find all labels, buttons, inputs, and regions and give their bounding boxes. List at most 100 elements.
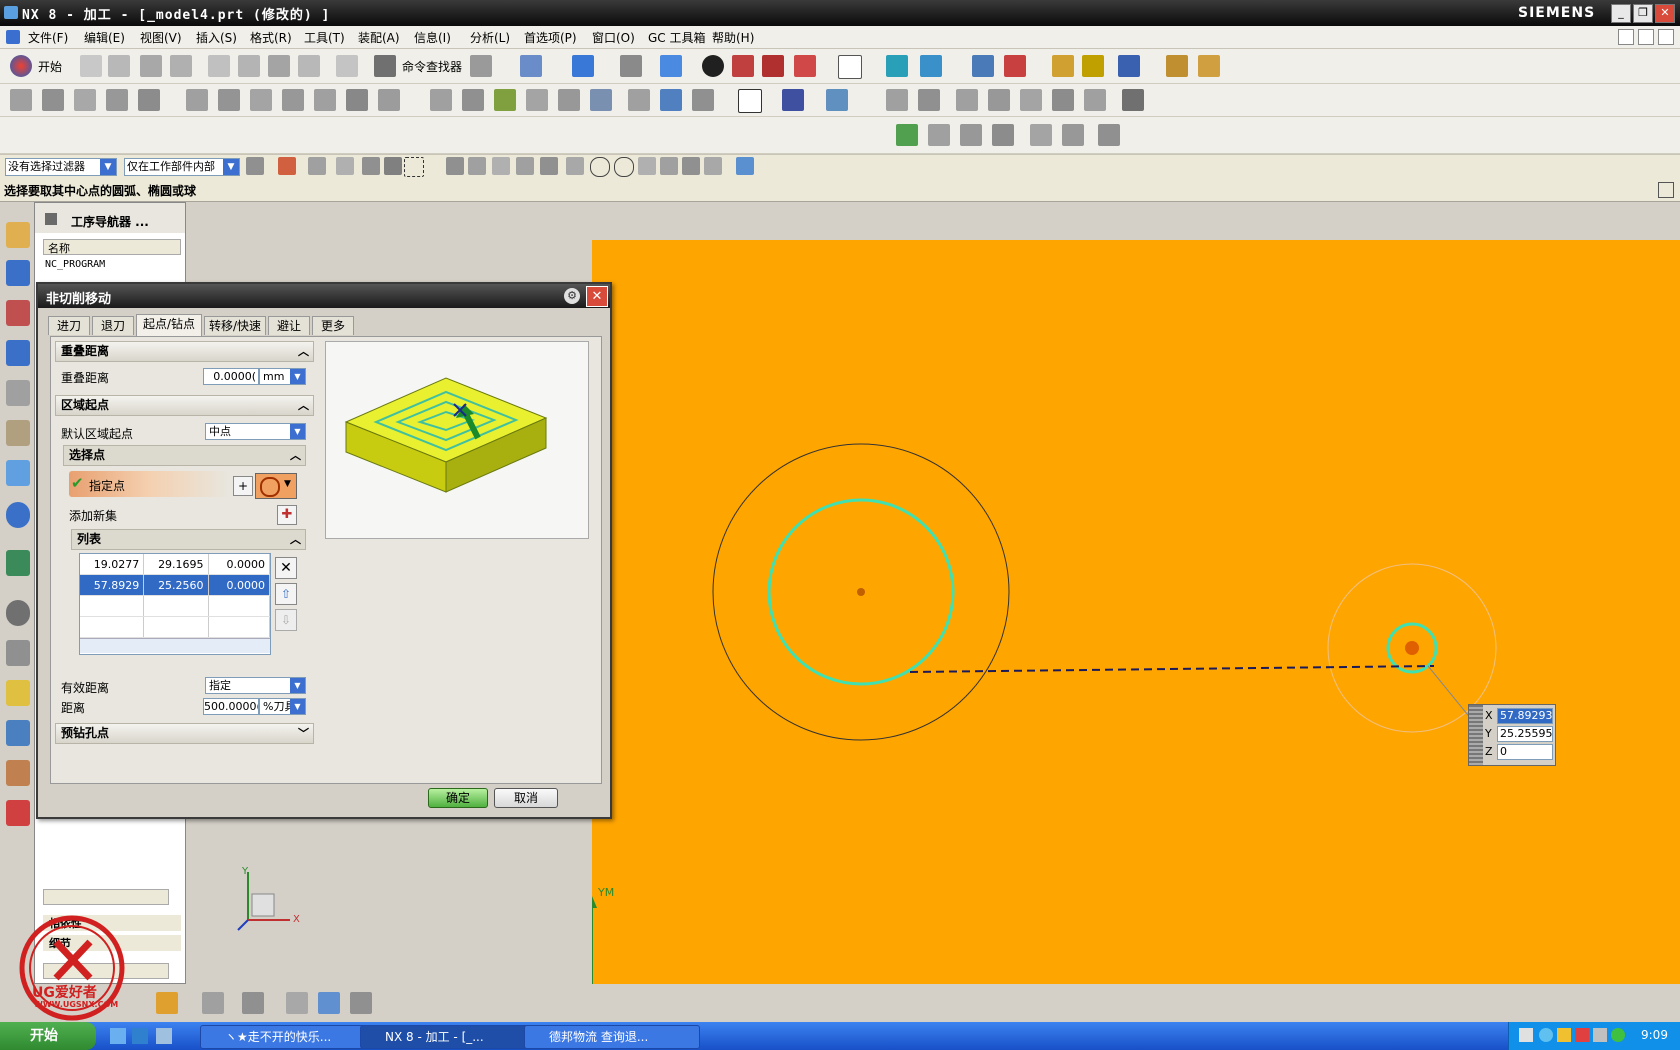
snap-tangent-icon[interactable] xyxy=(566,157,584,175)
cut-icon[interactable] xyxy=(208,55,230,77)
restore-button[interactable]: ❐ xyxy=(1633,4,1653,23)
section-select-point[interactable]: 选择点 ︿ xyxy=(63,445,306,466)
menu-preferences[interactable]: 首选项(P) xyxy=(524,29,577,46)
dialog-header[interactable]: 非切削移动 ⚙ ✕ xyxy=(38,284,610,308)
y-input[interactable]: 25.25595 xyxy=(1497,726,1553,742)
close-button[interactable]: ✕ xyxy=(1655,4,1675,23)
tab-transfer-rapid[interactable]: 转移/快速 xyxy=(204,316,266,335)
roles-icon[interactable] xyxy=(6,760,30,786)
start-icon[interactable] xyxy=(10,55,32,77)
quicklaunch-b-icon[interactable] xyxy=(132,1028,148,1044)
specify-point-row[interactable]: ✔ 指定点 xyxy=(69,471,229,497)
menu-analysis[interactable]: 分析(L) xyxy=(470,29,510,46)
table-row[interactable]: 19.0277 29.1695 0.0000 xyxy=(80,554,270,575)
navigator-pin-icon[interactable] xyxy=(45,213,57,225)
machining-feature-icon[interactable] xyxy=(6,420,30,446)
menu-view[interactable]: 视图(V) xyxy=(140,29,182,46)
drag-handle[interactable] xyxy=(1469,705,1483,765)
menu-insert[interactable]: 插入(S) xyxy=(196,29,237,46)
binoculars-icon[interactable] xyxy=(374,55,396,77)
snap-mid-icon[interactable] xyxy=(468,157,486,175)
holder-icon[interactable] xyxy=(1020,89,1042,111)
filter-reset-icon[interactable] xyxy=(246,157,264,175)
menu-window[interactable]: 窗口(O) xyxy=(592,29,635,46)
task-item[interactable]: ヽ★走不开的快乐... xyxy=(200,1025,376,1049)
wcs-icon[interactable] xyxy=(886,55,908,77)
x-close-icon[interactable] xyxy=(1122,89,1144,111)
section-predrill-points[interactable]: 预钻孔点 ﹀ xyxy=(55,723,314,744)
copy-icon[interactable] xyxy=(238,55,260,77)
tray-e-icon[interactable] xyxy=(1593,1028,1607,1042)
chevron-down-icon[interactable]: ▼ xyxy=(290,424,305,439)
cancel-button[interactable]: 取消 xyxy=(494,788,558,808)
paste-object-icon[interactable] xyxy=(526,89,548,111)
snap-line-icon[interactable] xyxy=(492,157,510,175)
menu-edit[interactable]: 编辑(E) xyxy=(84,29,125,46)
distance-input[interactable]: 500.0000( xyxy=(203,698,259,715)
op-e-icon[interactable] xyxy=(1062,124,1084,146)
display-icon[interactable] xyxy=(692,89,714,111)
chevron-down-icon[interactable]: ▼ xyxy=(290,678,305,693)
move-component-icon[interactable] xyxy=(920,55,942,77)
tab-engage[interactable]: 进刀 xyxy=(48,316,90,335)
bottom-tool-a-icon[interactable] xyxy=(156,992,178,1014)
create-program-icon[interactable] xyxy=(10,89,32,111)
snap-center-icon[interactable] xyxy=(590,157,610,177)
layout-icon[interactable] xyxy=(470,55,492,77)
assembly-navigator-icon[interactable] xyxy=(6,222,30,248)
measure-distance-icon[interactable] xyxy=(1166,55,1188,77)
default-region-start-select[interactable]: 中点 ▼ xyxy=(205,423,306,440)
snap-on-face-icon[interactable] xyxy=(682,157,700,175)
copy-object-icon[interactable] xyxy=(494,89,516,111)
overlap-unit-select[interactable]: mm ▼ xyxy=(259,368,306,385)
menu-file[interactable]: 文件(F) xyxy=(28,29,68,46)
generate-path-icon[interactable] xyxy=(186,89,208,111)
bottom-tool-c-icon[interactable] xyxy=(242,992,264,1014)
undo-icon[interactable] xyxy=(336,55,358,77)
section-overlap[interactable]: 重叠距离 ︿ xyxy=(55,341,314,362)
orient-wcs-icon[interactable] xyxy=(1004,55,1026,77)
web-browser-icon[interactable] xyxy=(6,550,30,576)
delete-icon[interactable] xyxy=(298,55,320,77)
minimize-button[interactable]: _ xyxy=(1611,4,1631,23)
tab-avoidance[interactable]: 避让 xyxy=(268,316,310,335)
op-d-icon[interactable] xyxy=(1030,124,1052,146)
open-file-icon[interactable] xyxy=(108,55,130,77)
doc-restore-button[interactable] xyxy=(1638,29,1654,45)
op-a-icon[interactable] xyxy=(928,124,950,146)
status-toggle-icon[interactable] xyxy=(1658,182,1674,198)
edit-object-icon[interactable] xyxy=(430,89,452,111)
chevron-up-icon[interactable]: ︿ xyxy=(298,342,309,361)
tray-b-icon[interactable] xyxy=(1539,1028,1553,1042)
system-materials-icon[interactable] xyxy=(6,640,30,666)
point-type-select[interactable]: ▼ xyxy=(255,473,297,499)
view-orient-icon[interactable] xyxy=(620,55,642,77)
snap-end-icon[interactable] xyxy=(446,157,464,175)
quicklaunch-a-icon[interactable] xyxy=(110,1028,126,1044)
command-finder-label[interactable]: 命令查找器 xyxy=(402,58,462,75)
rectangle-select-icon[interactable] xyxy=(404,157,424,177)
delete-path-icon[interactable] xyxy=(314,89,336,111)
close-icon[interactable]: ✕ xyxy=(586,286,608,307)
tab-start-drill-points[interactable]: 起点/钻点 xyxy=(136,314,202,336)
tray-f-icon[interactable] xyxy=(1611,1028,1625,1042)
process-studio-icon[interactable] xyxy=(6,680,30,706)
chevron-down-icon[interactable]: ▼ xyxy=(284,479,291,489)
start-menu-label[interactable]: 开始 xyxy=(38,58,62,75)
effective-distance-select[interactable]: 指定 ▼ xyxy=(205,677,306,694)
clip-section-icon[interactable] xyxy=(762,55,784,77)
tree-item-nc-program[interactable]: NC_PROGRAM xyxy=(45,259,105,270)
chevron-up-icon[interactable]: ︿ xyxy=(290,446,301,465)
system-scene-icon[interactable] xyxy=(6,800,30,826)
select-face-icon[interactable] xyxy=(384,157,402,175)
shaded-cube-icon[interactable] xyxy=(660,55,682,77)
menu-info[interactable]: 信息(I) xyxy=(414,29,451,46)
output-cls-icon[interactable] xyxy=(660,89,682,111)
cut-object-icon[interactable] xyxy=(462,89,484,111)
gear-icon[interactable]: ⚙ xyxy=(564,288,580,304)
create-tool-icon[interactable] xyxy=(42,89,64,111)
section-region-start[interactable]: 区域起点 ︿ xyxy=(55,395,314,416)
snap-point-icon[interactable] xyxy=(278,157,296,175)
move-down-icon[interactable]: ⇩ xyxy=(275,609,297,631)
column-header-name[interactable]: 名称 xyxy=(43,239,181,255)
